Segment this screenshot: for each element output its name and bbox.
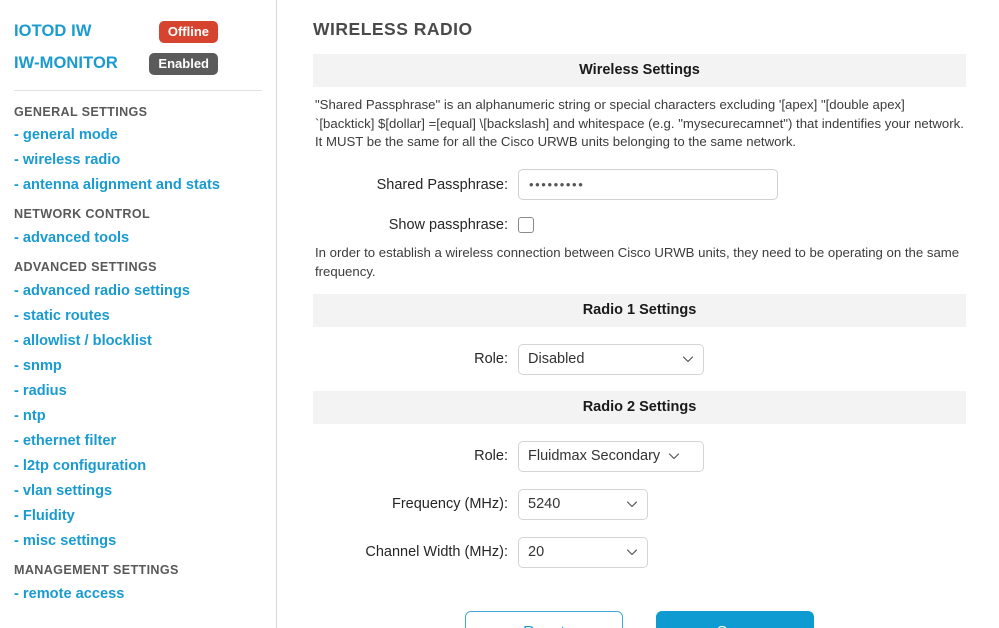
status-badge-offline: Offline xyxy=(158,20,218,43)
section-header-radio-1-settings: Radio 1 Settings xyxy=(313,293,966,327)
shared-passphrase-input[interactable] xyxy=(518,169,778,201)
sidebar-item-general-mode[interactable]: - general mode xyxy=(14,127,276,143)
sidebar-item-advanced-tools[interactable]: - advanced tools xyxy=(14,230,276,246)
page-title: WIRELESS RADIO xyxy=(313,19,473,39)
radio2-channel-width-select[interactable]: 20 xyxy=(518,536,648,568)
sidebar-divider xyxy=(14,90,262,91)
radio2-role-label: Role: xyxy=(474,448,508,465)
radio2-channel-width-row: Channel Width (MHz): 20 xyxy=(313,536,966,568)
status-badge-enabled: Enabled xyxy=(149,52,218,75)
sidebar-group-advanced-settings: ADVANCED SETTINGS xyxy=(14,260,157,274)
brand-title-iotod-iw: IOTOD IW xyxy=(14,22,92,40)
sidebar-item-static-routes[interactable]: - static routes xyxy=(14,308,276,324)
sidebar-item-fluidity[interactable]: - Fluidity xyxy=(14,508,276,524)
show-passphrase-row: Show passphrase: xyxy=(313,217,966,234)
sidebar-item-antenna-alignment-and-stats[interactable]: - antenna alignment and stats xyxy=(14,177,276,193)
chevron-down-icon xyxy=(668,450,680,462)
sidebar-item-radius[interactable]: - radius xyxy=(14,383,276,399)
wireless-settings-description: "Shared Passphrase" is an alphanumeric s… xyxy=(315,97,964,150)
brand-row-iw-monitor: IW-MONITOR Enabled xyxy=(14,50,276,77)
radio1-role-select[interactable]: Disabled xyxy=(518,343,704,375)
sidebar-group-network-control: NETWORK CONTROL xyxy=(14,207,151,221)
sidebar-item-snmp[interactable]: - snmp xyxy=(14,358,276,374)
sidebar-item-wireless-radio[interactable]: - wireless radio xyxy=(14,152,276,168)
radio2-role-row: Role: Fluidmax Secondary xyxy=(313,440,966,472)
frequency-note: In order to establish a wireless connect… xyxy=(315,245,960,279)
brand-title-iw-monitor: IW-MONITOR xyxy=(14,54,118,72)
sidebar-item-advanced-radio-settings[interactable]: - advanced radio settings xyxy=(14,283,276,299)
radio2-frequency-select[interactable]: 5240 xyxy=(518,488,648,520)
radio1-role-row: Role: Disabled xyxy=(313,343,966,375)
shared-passphrase-label: Shared Passphrase: xyxy=(376,176,508,193)
radio2-channel-width-label: Channel Width (MHz): xyxy=(365,544,508,561)
sidebar-group-management-settings: MANAGEMENT SETTINGS xyxy=(14,563,179,577)
show-passphrase-checkbox[interactable] xyxy=(518,217,534,234)
radio2-role-value: Fluidmax Secondary xyxy=(528,448,661,465)
wireless-radio-page: IOTOD IW Offline IW-MONITOR Enabled GENE… xyxy=(0,0,999,628)
section-header-wireless-settings: Wireless Settings xyxy=(313,54,966,87)
radio2-frequency-row: Frequency (MHz): 5240 xyxy=(313,488,966,520)
sidebar-item-ethernet-filter[interactable]: - ethernet filter xyxy=(14,433,276,449)
radio1-role-label: Role: xyxy=(474,351,508,368)
chevron-down-icon xyxy=(682,353,694,365)
section-header-radio-2-settings: Radio 2 Settings xyxy=(313,390,966,424)
sidebar-item-misc-settings[interactable]: - misc settings xyxy=(14,533,276,549)
sidebar-group-general-settings: GENERAL SETTINGS xyxy=(14,105,148,119)
radio2-role-select[interactable]: Fluidmax Secondary xyxy=(518,440,704,472)
show-passphrase-label: Show passphrase: xyxy=(388,217,508,234)
shared-passphrase-row: Shared Passphrase: xyxy=(313,169,966,201)
sidebar-item-l2tp-configuration[interactable]: - l2tp configuration xyxy=(14,458,276,474)
brand-row-iotod-iw: IOTOD IW Offline xyxy=(14,18,276,45)
sidebar: IOTOD IW Offline IW-MONITOR Enabled GENE… xyxy=(0,0,277,628)
reset-button[interactable]: Reset xyxy=(465,610,623,628)
radio2-channel-width-value: 20 xyxy=(528,544,545,561)
chevron-down-icon xyxy=(626,546,638,558)
radio1-role-value: Disabled xyxy=(528,351,585,368)
sidebar-item-vlan-settings[interactable]: - vlan settings xyxy=(14,483,276,499)
form-actions: Reset Save xyxy=(313,610,966,628)
radio2-frequency-label: Frequency (MHz): xyxy=(391,496,508,513)
save-button[interactable]: Save xyxy=(656,610,814,628)
chevron-down-icon xyxy=(626,498,638,510)
radio2-frequency-value: 5240 xyxy=(528,496,561,513)
sidebar-item-allowlist-blocklist[interactable]: - allowlist / blocklist xyxy=(14,333,276,349)
main-content: WIRELESS RADIO Wireless Settings "Shared… xyxy=(277,0,999,628)
sidebar-item-ntp[interactable]: - ntp xyxy=(14,408,276,424)
sidebar-item-remote-access[interactable]: - remote access xyxy=(14,586,276,602)
